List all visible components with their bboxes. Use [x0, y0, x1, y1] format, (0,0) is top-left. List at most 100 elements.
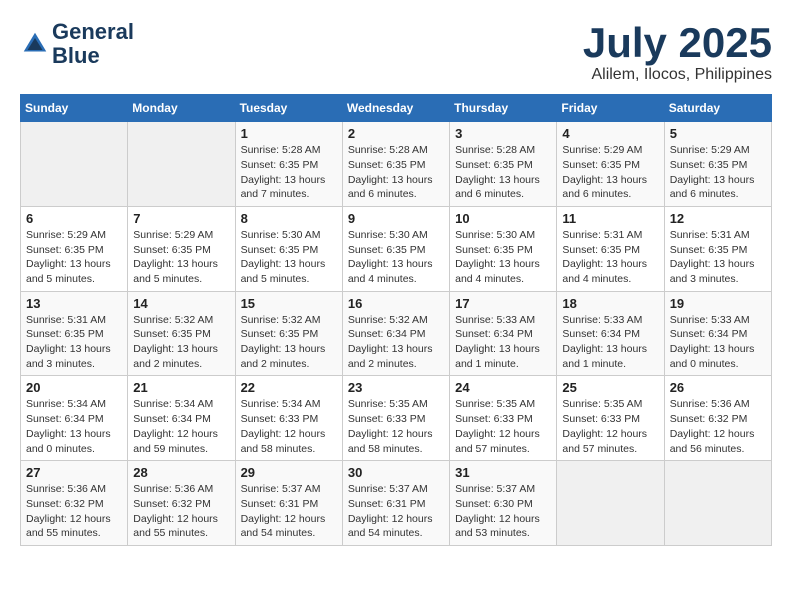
calendar-cell: 25 Sunrise: 5:35 AM Sunset: 6:33 PM Dayli… [557, 376, 664, 461]
calendar-cell [557, 461, 664, 546]
calendar-cell: 8Sunrise: 5:30 AM Sunset: 6:35 PM Daylig… [235, 206, 342, 291]
calendar-cell: 2Sunrise: 5:28 AM Sunset: 6:35 PM Daylig… [342, 122, 449, 207]
month-year: July 2025 [583, 20, 772, 66]
day-info: Sunrise: 5:32 AM Sunset: 6:35 PM Dayligh… [241, 313, 337, 372]
weekday-header-saturday: Saturday [664, 95, 771, 122]
day-number: 19 [670, 296, 766, 311]
day-number: 20 [26, 380, 122, 395]
calendar-cell: 18 Sunrise: 5:33 AM Sunset: 6:34 PM Dayli… [557, 291, 664, 376]
day-info: Sunrise: 5:31 AM Sunset: 6:35 PM Dayligh… [26, 313, 122, 372]
calendar: SundayMondayTuesdayWednesdayThursdayFrid… [20, 94, 772, 546]
weekday-header-thursday: Thursday [450, 95, 557, 122]
day-info: Sunrise: 5:34 AM Sunset: 6:34 PM Dayligh… [26, 397, 122, 456]
calendar-week-3: 13 Sunrise: 5:31 AM Sunset: 6:35 PM Dayli… [21, 291, 772, 376]
day-info: Sunrise: 5:33 AM Sunset: 6:34 PM Dayligh… [455, 313, 551, 372]
calendar-cell: 1 Sunrise: 5:28 AM Sunset: 6:35 PM Daylig… [235, 122, 342, 207]
calendar-cell: 27 Sunrise: 5:36 AM Sunset: 6:32 PM Dayli… [21, 461, 128, 546]
calendar-cell: 28Sunrise: 5:36 AM Sunset: 6:32 PM Dayli… [128, 461, 235, 546]
calendar-cell: 23 Sunrise: 5:35 AM Sunset: 6:33 PM Dayli… [342, 376, 449, 461]
day-number: 10 [455, 211, 551, 226]
day-number: 27 [26, 465, 122, 480]
day-number: 26 [670, 380, 766, 395]
day-info: Sunrise: 5:29 AM Sunset: 6:35 PM Dayligh… [26, 228, 122, 287]
calendar-cell: 24Sunrise: 5:35 AM Sunset: 6:33 PM Dayli… [450, 376, 557, 461]
day-number: 6 [26, 211, 122, 226]
day-info: Sunrise: 5:29 AM Sunset: 6:35 PM Dayligh… [670, 143, 766, 202]
day-info: Sunrise: 5:34 AM Sunset: 6:33 PM Dayligh… [241, 397, 337, 456]
calendar-cell: 21 Sunrise: 5:34 AM Sunset: 6:34 PM Dayli… [128, 376, 235, 461]
day-info: Sunrise: 5:34 AM Sunset: 6:34 PM Dayligh… [133, 397, 229, 456]
day-number: 23 [348, 380, 444, 395]
location: Alilem, Ilocos, Philippines [583, 66, 772, 84]
calendar-cell [128, 122, 235, 207]
calendar-cell: 4Sunrise: 5:29 AM Sunset: 6:35 PM Daylig… [557, 122, 664, 207]
weekday-header-tuesday: Tuesday [235, 95, 342, 122]
day-info: Sunrise: 5:32 AM Sunset: 6:34 PM Dayligh… [348, 313, 444, 372]
day-number: 8 [241, 211, 337, 226]
calendar-cell [664, 461, 771, 546]
day-number: 21 [133, 380, 229, 395]
day-number: 5 [670, 126, 766, 141]
day-number: 13 [26, 296, 122, 311]
calendar-cell: 16 Sunrise: 5:32 AM Sunset: 6:34 PM Dayli… [342, 291, 449, 376]
calendar-cell: 26 Sunrise: 5:36 AM Sunset: 6:32 PM Dayli… [664, 376, 771, 461]
calendar-cell: 15Sunrise: 5:32 AM Sunset: 6:35 PM Dayli… [235, 291, 342, 376]
day-number: 11 [562, 211, 658, 226]
calendar-cell: 14Sunrise: 5:32 AM Sunset: 6:35 PM Dayli… [128, 291, 235, 376]
page-header: General Blue July 2025 Alilem, Ilocos, P… [20, 20, 772, 84]
calendar-cell: 30 Sunrise: 5:37 AM Sunset: 6:31 PM Dayli… [342, 461, 449, 546]
calendar-cell: 17 Sunrise: 5:33 AM Sunset: 6:34 PM Dayli… [450, 291, 557, 376]
day-number: 18 [562, 296, 658, 311]
weekday-header-wednesday: Wednesday [342, 95, 449, 122]
calendar-cell: 20 Sunrise: 5:34 AM Sunset: 6:34 PM Dayli… [21, 376, 128, 461]
calendar-cell: 7 Sunrise: 5:29 AM Sunset: 6:35 PM Daylig… [128, 206, 235, 291]
weekday-header-friday: Friday [557, 95, 664, 122]
calendar-cell: 10 Sunrise: 5:30 AM Sunset: 6:35 PM Dayli… [450, 206, 557, 291]
day-number: 29 [241, 465, 337, 480]
day-info: Sunrise: 5:36 AM Sunset: 6:32 PM Dayligh… [670, 397, 766, 456]
calendar-cell: 13 Sunrise: 5:31 AM Sunset: 6:35 PM Dayli… [21, 291, 128, 376]
calendar-cell: 5 Sunrise: 5:29 AM Sunset: 6:35 PM Daylig… [664, 122, 771, 207]
calendar-week-1: 1 Sunrise: 5:28 AM Sunset: 6:35 PM Daylig… [21, 122, 772, 207]
calendar-cell: 12Sunrise: 5:31 AM Sunset: 6:35 PM Dayli… [664, 206, 771, 291]
day-number: 12 [670, 211, 766, 226]
day-number: 9 [348, 211, 444, 226]
logo-icon [20, 29, 50, 59]
calendar-cell: 6 Sunrise: 5:29 AM Sunset: 6:35 PM Daylig… [21, 206, 128, 291]
day-number: 7 [133, 211, 229, 226]
day-info: Sunrise: 5:33 AM Sunset: 6:34 PM Dayligh… [670, 313, 766, 372]
day-info: Sunrise: 5:29 AM Sunset: 6:35 PM Dayligh… [562, 143, 658, 202]
day-number: 17 [455, 296, 551, 311]
day-info: Sunrise: 5:29 AM Sunset: 6:35 PM Dayligh… [133, 228, 229, 287]
calendar-body: 1 Sunrise: 5:28 AM Sunset: 6:35 PM Daylig… [21, 122, 772, 546]
day-number: 28 [133, 465, 229, 480]
day-number: 25 [562, 380, 658, 395]
day-number: 16 [348, 296, 444, 311]
weekday-header-sunday: Sunday [21, 95, 128, 122]
day-info: Sunrise: 5:28 AM Sunset: 6:35 PM Dayligh… [241, 143, 337, 202]
day-info: Sunrise: 5:35 AM Sunset: 6:33 PM Dayligh… [348, 397, 444, 456]
calendar-cell: 11 Sunrise: 5:31 AM Sunset: 6:35 PM Dayli… [557, 206, 664, 291]
day-number: 30 [348, 465, 444, 480]
day-number: 3 [455, 126, 551, 141]
calendar-cell: 31Sunrise: 5:37 AM Sunset: 6:30 PM Dayli… [450, 461, 557, 546]
calendar-week-2: 6 Sunrise: 5:29 AM Sunset: 6:35 PM Daylig… [21, 206, 772, 291]
day-number: 2 [348, 126, 444, 141]
day-number: 22 [241, 380, 337, 395]
calendar-week-4: 20 Sunrise: 5:34 AM Sunset: 6:34 PM Dayli… [21, 376, 772, 461]
day-number: 14 [133, 296, 229, 311]
calendar-cell [21, 122, 128, 207]
day-info: Sunrise: 5:37 AM Sunset: 6:30 PM Dayligh… [455, 482, 551, 541]
weekday-header-monday: Monday [128, 95, 235, 122]
day-number: 1 [241, 126, 337, 141]
day-info: Sunrise: 5:33 AM Sunset: 6:34 PM Dayligh… [562, 313, 658, 372]
logo: General Blue [20, 20, 134, 68]
calendar-header-row: SundayMondayTuesdayWednesdayThursdayFrid… [21, 95, 772, 122]
day-info: Sunrise: 5:35 AM Sunset: 6:33 PM Dayligh… [562, 397, 658, 456]
day-info: Sunrise: 5:30 AM Sunset: 6:35 PM Dayligh… [348, 228, 444, 287]
day-info: Sunrise: 5:28 AM Sunset: 6:35 PM Dayligh… [455, 143, 551, 202]
day-info: Sunrise: 5:31 AM Sunset: 6:35 PM Dayligh… [562, 228, 658, 287]
day-info: Sunrise: 5:30 AM Sunset: 6:35 PM Dayligh… [455, 228, 551, 287]
day-info: Sunrise: 5:36 AM Sunset: 6:32 PM Dayligh… [26, 482, 122, 541]
day-info: Sunrise: 5:37 AM Sunset: 6:31 PM Dayligh… [348, 482, 444, 541]
